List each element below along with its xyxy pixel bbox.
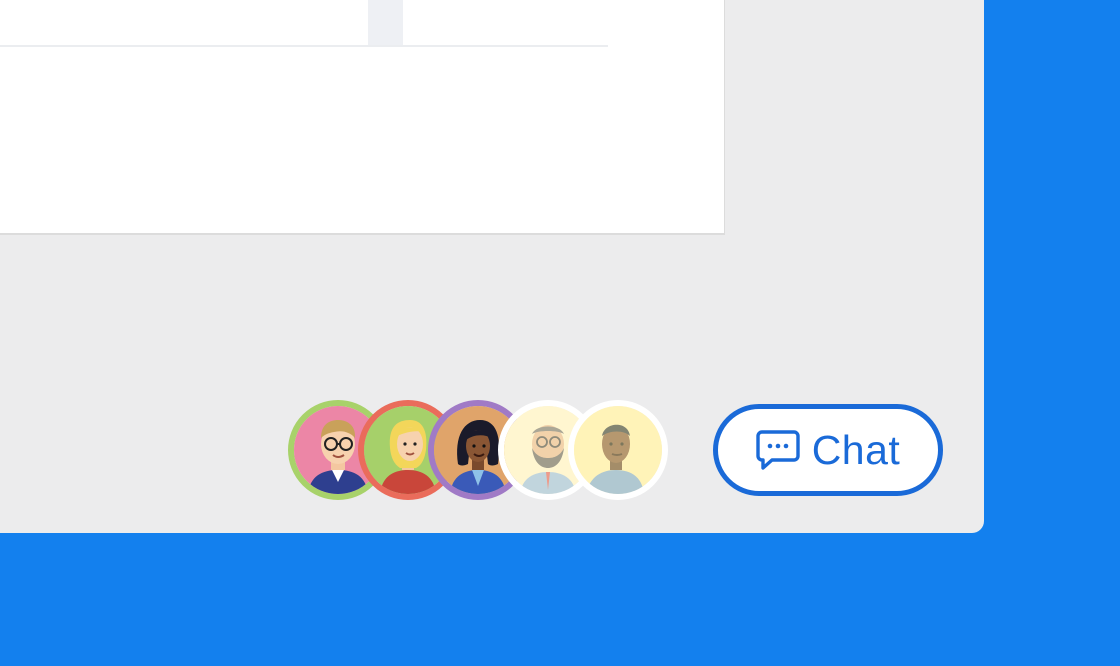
table-cell-gutter [368,0,403,45]
person-illustration [574,406,662,494]
document-card [0,0,725,235]
table-row [0,0,608,47]
chat-button-label: Chat [811,426,901,473]
chat-bubble-icon [755,430,800,470]
avatar[interactable] [568,400,668,500]
chat-button[interactable]: Chat [713,404,943,496]
app-window: Chat [0,0,984,533]
desktop-background: Chat [0,0,1120,666]
participant-avatars[interactable] [288,400,668,500]
